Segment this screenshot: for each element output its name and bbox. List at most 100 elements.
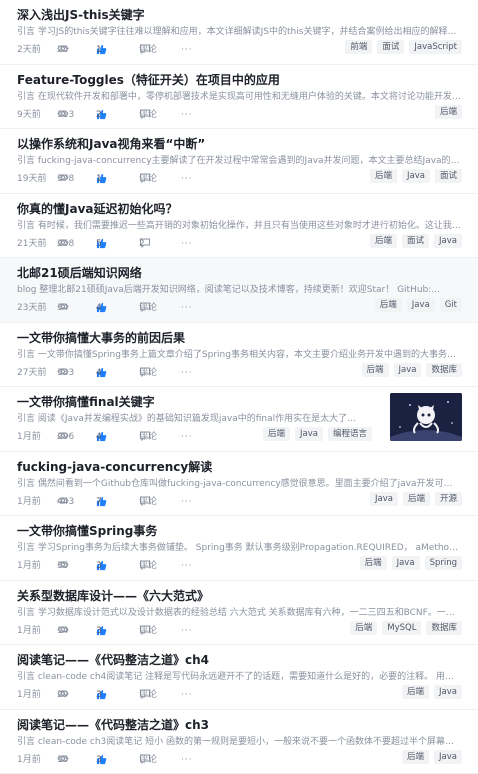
article-title[interactable]: 关系型数据库设计——《六大范式》 [17, 588, 209, 604]
tag[interactable]: 后端 [361, 362, 389, 377]
article-title[interactable]: 一文带你搞懂final关键字 [17, 394, 155, 410]
article-title[interactable]: 以操作系统和Java视角来看“中断” [17, 136, 205, 152]
tag[interactable]: Java [391, 556, 420, 570]
article-abstract: 引言 学习Spring事务为后续大事务做铺垫。 Spring事务 默认事务级别P… [17, 543, 461, 553]
article-title[interactable]: 北邮21硕后端知识网络 [17, 265, 142, 281]
article-item[interactable]: 深入浅出JS-this关键字 引言 学习JS的this关键字往往难以理解和应用，… [0, 0, 478, 65]
article-item[interactable]: Feature-Toggles（特征开关）在项目中的应用 引言 在现代软件开发和… [0, 65, 478, 129]
more-options-button[interactable]: ··· [181, 560, 193, 573]
article-meta: 1月前 15 3 评论 ··· [17, 754, 463, 767]
article-abstract: 引言 偶然间看到一个Github仓库叫做fucking-java-concurr… [17, 478, 461, 489]
article-item[interactable]: 阅读笔记——《代码整洁之道》ch4 引言 clean-code ch4阅读笔记 … [0, 645, 478, 710]
tag[interactable]: Java [434, 749, 462, 764]
comment-label: 评论 [139, 625, 158, 636]
article-thumbnail[interactable] [390, 393, 462, 441]
view-count: 333 [57, 367, 75, 378]
tag[interactable]: 开源 [434, 491, 462, 506]
more-options-button[interactable]: ··· [181, 367, 193, 380]
tag[interactable]: 面试 [434, 169, 462, 183]
tag[interactable]: Java [406, 298, 435, 312]
like-count: 3 [96, 690, 102, 700]
tag[interactable]: MySQL [382, 620, 422, 635]
more-options-button[interactable]: ··· [181, 302, 193, 315]
view-count: 258 [57, 238, 75, 249]
article-title[interactable]: Feature-Toggles（特征开关）在项目中的应用 [17, 72, 280, 88]
more-options-button[interactable]: ··· [181, 689, 193, 702]
view-count: 113 [57, 109, 75, 120]
article-abstract: 引言 fucking-java-concurrency主要解读了在开发过程中常常… [17, 156, 461, 166]
article-item[interactable]: 一文带你搞懂final关键字 引言 阅读《Java并发编程实战》的基础知识篇发现… [0, 387, 478, 452]
tag-list: 后端 Java 数据库 [361, 362, 462, 377]
article-title[interactable]: fucking-java-concurrency解读 [17, 459, 212, 475]
publish-time: 27天前 [17, 367, 47, 378]
more-options-button[interactable]: ··· [181, 44, 193, 57]
comment-label: 评论 [139, 367, 158, 378]
tag[interactable]: 数据库 [426, 362, 462, 377]
tag[interactable]: 后端 [434, 104, 462, 119]
tag[interactable]: Git [439, 298, 462, 312]
tag[interactable]: 后端 [370, 233, 398, 248]
more-options-button[interactable]: ··· [181, 238, 193, 251]
tag[interactable]: 后端 [402, 749, 430, 764]
like-count: 1 [96, 174, 102, 184]
article-abstract: 引言 一文带你搞懂Spring事务上篇文章介绍了Spring事务相关内容，本文主… [17, 349, 461, 360]
tag[interactable]: 面试 [402, 233, 430, 248]
tag[interactable]: Java [434, 685, 462, 699]
article-item[interactable]: 北邮21硕后端知识网络 blog 整理北邮21硕硕Java后端开发知识网络，阅读… [0, 258, 478, 323]
view-count: 296 [57, 432, 75, 442]
tag[interactable]: 后端 [374, 298, 402, 312]
tag[interactable]: 数据库 [426, 620, 462, 635]
tag[interactable]: Java [295, 427, 323, 441]
view-count: 25 [57, 45, 69, 55]
tag[interactable]: 后端 [350, 620, 378, 635]
tag-list: Java 后端 开源 [370, 491, 462, 506]
tag[interactable]: Java [434, 233, 462, 248]
article-list: 深入浅出JS-this关键字 引言 学习JS的this关键字往往难以理解和应用，… [0, 0, 478, 774]
article-item[interactable]: fucking-java-concurrency解读 引言 偶然间看到一个Git… [0, 452, 478, 516]
tag[interactable]: 后端 [359, 556, 387, 570]
tag[interactable]: 编程语言 [327, 427, 372, 441]
tag[interactable]: 后端 [402, 685, 430, 699]
publish-time: 23天前 [17, 303, 47, 313]
article-item[interactable]: 一文带你搞懂Spring事务 引言 学习Spring事务为后续大事务做铺垫。 S… [0, 516, 478, 581]
publish-time: 1月前 [17, 625, 41, 636]
tag[interactable]: 后端 [402, 491, 430, 506]
tag[interactable]: 后端 [263, 427, 291, 441]
tag[interactable]: Java [402, 169, 430, 183]
article-title[interactable]: 一文带你搞懂Spring事务 [17, 523, 157, 539]
more-options-button[interactable]: ··· [181, 173, 193, 186]
more-options-button[interactable]: ··· [181, 754, 193, 767]
more-options-button[interactable]: ··· [181, 431, 193, 444]
more-options-button[interactable]: ··· [181, 496, 193, 509]
article-item[interactable]: 一文带你搞懂大事务的前因后果 引言 一文带你搞懂Spring事务上篇文章介绍了S… [0, 323, 478, 387]
tag[interactable]: JavaScript [409, 40, 462, 54]
like-count: 5 [96, 238, 102, 249]
article-title[interactable]: 阅读笔记——《代码整洁之道》ch4 [17, 652, 209, 668]
tag[interactable]: Java [393, 362, 422, 377]
view-count: 34 [57, 303, 69, 313]
article-title[interactable]: 深入浅出JS-this关键字 [17, 7, 145, 23]
more-options-button[interactable]: ··· [181, 625, 193, 638]
article-item[interactable]: 你真的懂Java延迟初始化吗？ 引言 有时候，我们需要推迟一些高开销的对象初始化… [0, 194, 478, 258]
article-title[interactable]: 一文带你搞懂大事务的前因后果 [17, 330, 185, 346]
tag-list: 后端 Java Spring [359, 556, 462, 570]
article-item[interactable]: 以操作系统和Java视角来看“中断” 引言 fucking-java-concu… [0, 129, 478, 194]
article-meta: 9天前 113 2 评论 ··· [17, 109, 463, 122]
tag[interactable]: Java [370, 491, 398, 506]
comment-label: 评论 [139, 432, 158, 442]
article-meta: 1月前 29 3 评论 ··· [17, 689, 463, 702]
more-options-button[interactable]: ··· [181, 109, 193, 122]
like-count: 1 [96, 45, 102, 55]
tag[interactable]: 前端 [345, 40, 373, 54]
tag[interactable]: 后端 [370, 169, 398, 183]
comment-label: 评论 [139, 496, 158, 507]
article-item[interactable]: 阅读笔记——《代码整洁之道》ch3 引言 clean-code ch3阅读笔记 … [0, 710, 478, 774]
tag-list: 后端 面试 Java [370, 233, 462, 248]
tag[interactable]: 面试 [377, 40, 405, 54]
article-title[interactable]: 你真的懂Java延迟初始化吗？ [17, 201, 177, 217]
tag[interactable]: Spring [424, 556, 462, 570]
article-item[interactable]: 关系型数据库设计——《六大范式》 引言 学习数据库设计范式以及设计数据表的经验总… [0, 581, 478, 645]
article-title[interactable]: 阅读笔记——《代码整洁之道》ch3 [17, 717, 209, 733]
publish-time: 1月前 [17, 690, 41, 700]
like-count: 3 [96, 754, 102, 765]
